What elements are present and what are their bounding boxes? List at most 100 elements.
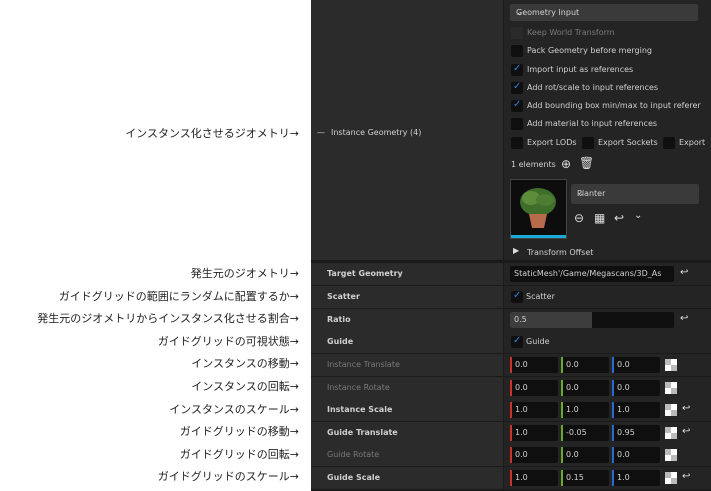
instance-rotate-y-field[interactable]: 0.0 <box>561 380 609 396</box>
annotation-target-geometry: 発生元のジオメトリ→ <box>190 267 299 280</box>
instance-rotate-z-field[interactable]: 0.0 <box>612 380 660 396</box>
guide-rotate-label: Guide Rotate <box>327 450 380 459</box>
guide-rotate-z-field[interactable]: 0.0 <box>612 447 660 463</box>
guide-scale-x-value: 1.0 <box>515 473 528 482</box>
instance-scale-x-field[interactable]: 1.0 <box>510 402 558 418</box>
guide-scale-y-field[interactable]: 0.15 <box>561 470 609 486</box>
add-material-checkbox[interactable] <box>511 118 523 130</box>
guide-translate-y-field[interactable]: -0.05 <box>561 425 609 441</box>
instance-rotate-x-field[interactable]: 0.0 <box>510 380 558 396</box>
add-icon[interactable]: ⊕ <box>561 157 571 171</box>
export-lods-label: Export LODs <box>527 138 577 147</box>
guide-rotate-row: Guide Rotate 0.0 0.0 0.0 <box>311 444 711 466</box>
instance-translate-row: Instance Translate 0.0 0.0 0.0 <box>311 354 711 376</box>
guide-scale-x-field[interactable]: 1.0 <box>510 470 558 486</box>
collapse-icon[interactable]: — <box>317 128 325 138</box>
guide-scale-z-value: 1.0 <box>617 473 630 482</box>
guide-checkbox[interactable] <box>511 335 523 348</box>
guide-translate-y-value: -0.05 <box>566 428 587 437</box>
chevron-down-icon[interactable]: ⌄ <box>634 210 642 221</box>
browse-icon[interactable]: ⊖ <box>574 211 584 225</box>
lock-icon[interactable] <box>665 359 677 371</box>
export-more-checkbox[interactable] <box>663 137 675 149</box>
details-panel: — Instance Geometry (4) Geometry Input ⌄… <box>311 0 711 491</box>
expand-arrow-icon[interactable]: ▶ <box>513 246 519 255</box>
guide-scale-row: Guide Scale 1.0 0.15 1.0 ↩ <box>311 467 711 489</box>
guide-rotate-x-field[interactable]: 0.0 <box>510 447 558 463</box>
reset-arrow-icon[interactable]: ↩ <box>682 471 690 482</box>
add-bounding-box-label: Add bounding box min/max to input refere… <box>527 101 701 110</box>
export-lods-checkbox[interactable] <box>511 137 523 149</box>
scatter-checkbox[interactable] <box>511 290 523 303</box>
instance-geometry-label: Instance Geometry (4) <box>331 128 422 137</box>
target-geometry-label: Target Geometry <box>327 269 403 278</box>
elements-count: 1 elements <box>511 160 556 169</box>
lock-icon[interactable] <box>665 472 677 484</box>
guide-rotate-x-value: 0.0 <box>515 450 528 459</box>
export-sockets-checkbox[interactable] <box>582 137 594 149</box>
reset-arrow-icon[interactable]: ↩ <box>680 313 688 324</box>
geometry-input-dropdown[interactable]: Geometry Input ⌄ <box>510 4 698 21</box>
reset-arrow-icon[interactable]: ↩ <box>614 211 624 225</box>
guide-scale-y-value: 0.15 <box>566 473 584 482</box>
reset-arrow-icon[interactable]: ↩ <box>682 403 690 414</box>
instance-translate-z-field[interactable]: 0.0 <box>612 357 660 373</box>
guide-scale-z-field[interactable]: 1.0 <box>612 470 660 486</box>
guide-rotate-y-field[interactable]: 0.0 <box>561 447 609 463</box>
asset-thumbnail[interactable] <box>510 179 567 239</box>
instance-translate-label: Instance Translate <box>327 360 400 369</box>
add-bounding-box-checkbox[interactable] <box>511 99 523 112</box>
add-rot-scale-checkbox[interactable] <box>511 81 523 94</box>
lock-icon[interactable] <box>665 404 677 416</box>
guide-row: Guide Guide <box>311 331 711 353</box>
instance-rotate-row: Instance Rotate 0.0 0.0 0.0 <box>311 377 711 399</box>
annotation-guide-scale: ガイドグリッドのスケール→ <box>157 470 299 483</box>
annotation-scatter: ガイドグリッドの範囲にランダムに配置するか→ <box>58 290 299 303</box>
trash-icon[interactable]: 🗑 <box>579 156 594 170</box>
folder-icon[interactable]: ▦ <box>594 211 605 225</box>
annotation-guide: ガイドグリッドの可視状態→ <box>157 335 299 348</box>
add-material-label: Add material to input references <box>527 119 658 128</box>
transform-offset-label: Transform Offset <box>527 248 594 257</box>
asset-dropdown[interactable]: Planter ⌄ <box>571 184 699 204</box>
lock-icon[interactable] <box>665 449 677 461</box>
scatter-label: Scatter <box>327 292 360 301</box>
reset-arrow-icon[interactable]: ↩ <box>682 426 690 437</box>
instance-rotate-z-value: 0.0 <box>617 383 630 392</box>
lock-icon[interactable] <box>665 382 677 394</box>
reset-arrow-icon[interactable]: ↩ <box>680 267 688 278</box>
guide-rotate-z-value: 0.0 <box>617 450 630 459</box>
target-geometry-value: StaticMesh'/Game/Megascans/3D_As <box>514 269 662 278</box>
guide-translate-row: Guide Translate 1.0 -0.05 0.95 ↩ <box>311 422 711 444</box>
instance-translate-x-field[interactable]: 0.0 <box>510 357 558 373</box>
annotation-guide-translate: ガイドグリッドの移動→ <box>179 425 299 438</box>
ratio-slider[interactable]: 0.5 <box>510 312 674 328</box>
import-as-references-checkbox[interactable] <box>511 63 523 76</box>
instance-rotate-label: Instance Rotate <box>327 383 390 392</box>
target-geometry-field[interactable]: StaticMesh'/Game/Megascans/3D_As <box>510 266 674 282</box>
annotation-instance-rotate: インスタンスの回転→ <box>191 380 299 393</box>
instance-scale-y-field[interactable]: 1.0 <box>561 402 609 418</box>
instance-translate-z-value: 0.0 <box>617 360 630 369</box>
guide-label: Guide <box>327 337 354 346</box>
export-more-label: Export <box>679 138 706 147</box>
pack-geometry-checkbox[interactable] <box>511 45 523 57</box>
instance-scale-y-value: 1.0 <box>566 405 579 414</box>
planter-image <box>511 180 566 236</box>
instance-translate-x-value: 0.0 <box>515 360 528 369</box>
keep-world-transform-checkbox[interactable] <box>511 27 523 39</box>
guide-scale-label: Guide Scale <box>327 473 381 482</box>
instance-rotate-y-value: 0.0 <box>566 383 579 392</box>
annotation-instance-scale: インスタンスのスケール→ <box>169 403 299 416</box>
target-geometry-row: Target Geometry StaticMesh'/Game/Megasca… <box>311 263 711 285</box>
instance-translate-y-field[interactable]: 0.0 <box>561 357 609 373</box>
guide-translate-x-field[interactable]: 1.0 <box>510 425 558 441</box>
chevron-down-icon: ⌄ <box>577 189 585 199</box>
annotation-instance-translate: インスタンスの移動→ <box>191 357 299 370</box>
lock-icon[interactable] <box>665 427 677 439</box>
guide-translate-z-field[interactable]: 0.95 <box>612 425 660 441</box>
guide-checkbox-label: Guide <box>526 337 550 346</box>
scatter-checkbox-label: Scatter <box>526 292 555 301</box>
thumbnail-highlight <box>511 235 566 238</box>
instance-scale-z-field[interactable]: 1.0 <box>612 402 660 418</box>
